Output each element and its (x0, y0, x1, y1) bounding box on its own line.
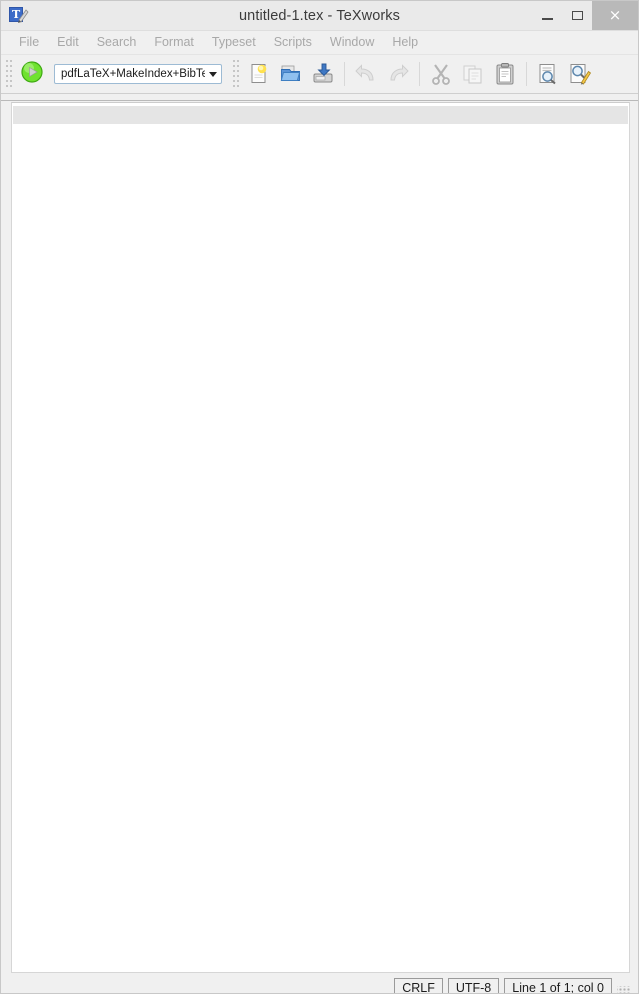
encoding-indicator[interactable]: UTF-8 (447, 977, 500, 993)
paste-button[interactable] (490, 59, 520, 89)
minimize-button[interactable] (532, 1, 562, 30)
find-magnifier-icon (536, 62, 560, 86)
editor-container (1, 101, 638, 973)
close-icon: × (608, 6, 622, 24)
typeset-button[interactable] (18, 60, 46, 88)
resize-grip-icon[interactable] (617, 985, 630, 993)
chevron-down-icon (209, 71, 217, 77)
scissors-icon (429, 62, 453, 86)
texworks-icon: T (7, 5, 29, 26)
menu-scripts[interactable]: Scripts (265, 33, 321, 52)
save-disk-icon (311, 62, 335, 86)
copy-button[interactable] (458, 59, 488, 89)
new-file-button[interactable] (244, 59, 274, 89)
main-toolbar: pdfLaTeX+MakeIndex+BibTeX (1, 55, 638, 94)
toolbar-drag-handle-left[interactable] (5, 59, 14, 89)
cursor-position-indicator[interactable]: Line 1 of 1; col 0 (504, 977, 612, 993)
undo-button[interactable] (351, 59, 381, 89)
menu-window[interactable]: Window (321, 33, 383, 52)
maximize-button[interactable] (562, 1, 592, 30)
replace-button[interactable] (565, 59, 595, 89)
close-button[interactable]: × (592, 1, 638, 30)
cut-button[interactable] (426, 59, 456, 89)
clipboard-icon (493, 62, 517, 86)
new-document-icon (247, 62, 271, 86)
open-file-button[interactable] (276, 59, 306, 89)
toolbar-separator-1 (344, 62, 345, 86)
menu-format[interactable]: Format (145, 33, 203, 52)
find-button[interactable] (533, 59, 563, 89)
secondary-toolbar (1, 94, 638, 101)
redo-button[interactable] (383, 59, 413, 89)
toolbar-drag-handle-right[interactable] (232, 59, 241, 89)
window-controls: × (532, 1, 638, 30)
toolbar-separator-2 (419, 62, 420, 86)
titlebar[interactable]: T untitled-1.tex - TeXworks × (1, 1, 638, 31)
statusbar: CRLF UTF-8 Line 1 of 1; col 0 (1, 973, 638, 993)
menu-edit[interactable]: Edit (48, 33, 88, 52)
menu-help[interactable]: Help (383, 33, 427, 52)
text-editor[interactable] (11, 102, 630, 973)
typeset-engine-value: pdfLaTeX+MakeIndex+BibTeX (61, 68, 205, 80)
menu-typeset[interactable]: Typeset (203, 33, 265, 52)
undo-arrow-icon (354, 62, 378, 86)
menu-file[interactable]: File (10, 33, 48, 52)
menu-search[interactable]: Search (88, 33, 146, 52)
minimize-icon (541, 18, 553, 20)
open-folder-icon (279, 62, 303, 86)
texworks-window: T untitled-1.tex - TeXworks × File Edit … (0, 0, 639, 994)
toolbar-separator-3 (526, 62, 527, 86)
typeset-run-icon (21, 60, 43, 88)
replace-pencil-icon (568, 62, 592, 86)
typeset-engine-combo[interactable]: pdfLaTeX+MakeIndex+BibTeX (54, 64, 222, 84)
redo-arrow-icon (386, 62, 410, 86)
menubar: File Edit Search Format Typeset Scripts … (1, 31, 638, 55)
text-cursor (16, 107, 17, 123)
line-ending-indicator[interactable]: CRLF (394, 977, 443, 993)
current-line-highlight (13, 106, 628, 124)
maximize-icon (571, 11, 583, 20)
copy-pages-icon (461, 62, 485, 86)
save-file-button[interactable] (308, 59, 338, 89)
